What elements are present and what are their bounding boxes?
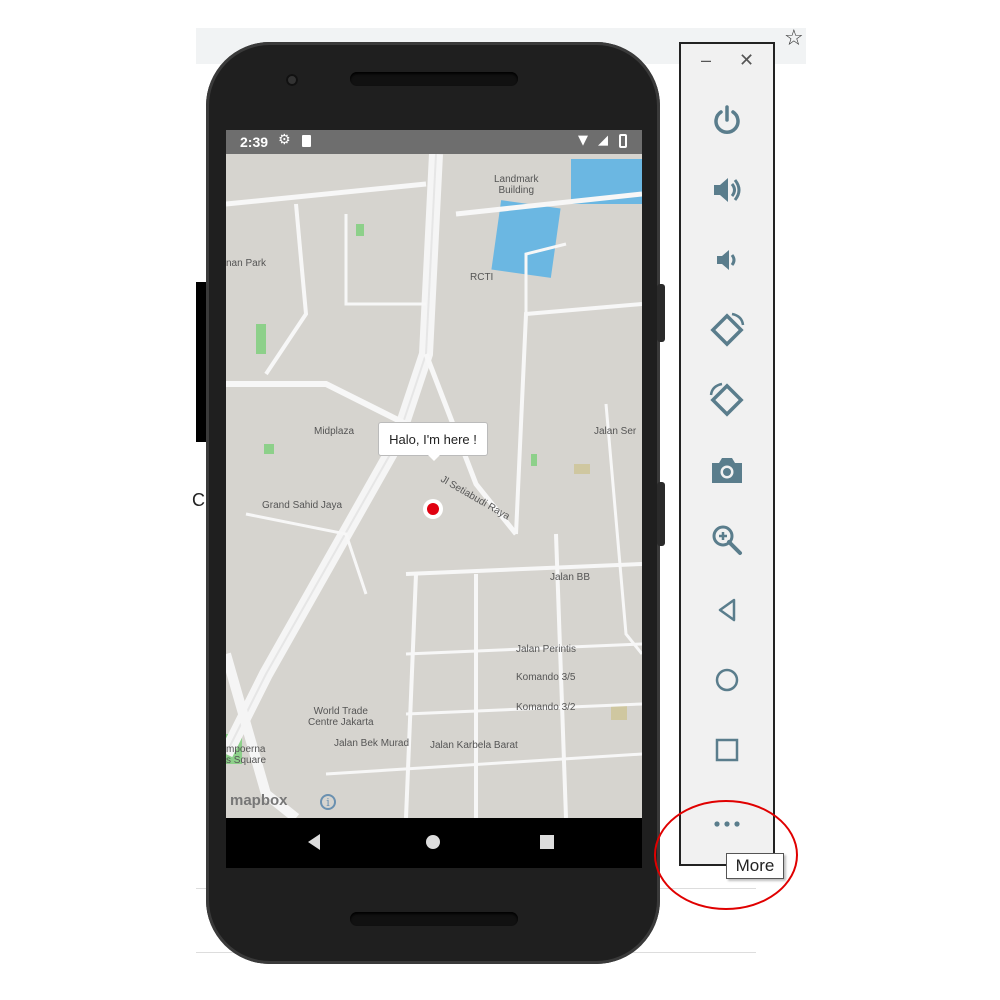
front-camera xyxy=(286,74,298,86)
status-time: 2:39 xyxy=(240,134,269,150)
map-label: Komando 3/5 xyxy=(516,672,576,683)
road xyxy=(404,573,418,818)
android-nav-bar xyxy=(226,818,642,868)
home-button[interactable] xyxy=(699,652,755,708)
road xyxy=(514,302,642,535)
bottom-speaker xyxy=(350,912,518,926)
volume-up-icon xyxy=(714,178,741,202)
camera-icon xyxy=(712,458,742,483)
back-button[interactable] xyxy=(699,582,755,638)
rotate-left-icon xyxy=(710,312,745,347)
power-icon xyxy=(714,105,740,134)
rotate-right-icon xyxy=(709,382,744,417)
map-label: Jalan Perintis xyxy=(516,644,577,655)
rotate-right-button[interactable] xyxy=(699,372,755,428)
map-label: Landmark Building xyxy=(494,174,539,196)
nav-home-icon[interactable] xyxy=(426,835,440,849)
map-label: Jalan BB xyxy=(550,572,591,583)
sd-card-icon xyxy=(302,135,311,147)
map-label: Jalan Bek Murad xyxy=(334,738,410,749)
minimize-button[interactable]: – xyxy=(701,50,711,71)
signal-icon: ◢ xyxy=(598,133,608,148)
map-label: World Trade Centre Jakarta xyxy=(308,706,374,728)
overview-icon xyxy=(715,738,739,762)
highlight-circle xyxy=(654,800,798,910)
volume-down-button[interactable] xyxy=(699,232,755,288)
park-area xyxy=(574,464,590,474)
map-label: mpoerna s Square xyxy=(226,744,267,766)
power-side-button[interactable] xyxy=(657,284,665,342)
volume-side-button[interactable] xyxy=(657,482,665,546)
park-area xyxy=(264,444,274,454)
map-label: nan Park xyxy=(226,258,267,269)
nav-recents-icon[interactable] xyxy=(540,835,554,849)
map-label: Jalan Ser xyxy=(594,426,637,437)
road xyxy=(405,562,642,576)
road xyxy=(226,181,427,207)
road xyxy=(264,203,309,376)
volume-down-icon xyxy=(717,250,736,270)
road xyxy=(604,403,642,655)
home-icon xyxy=(715,668,739,692)
screenshot-button[interactable] xyxy=(699,442,755,498)
settings-status-icon: ⚙ xyxy=(278,132,291,148)
park-area xyxy=(256,324,266,354)
location-popup[interactable]: Halo, I'm here ! xyxy=(378,422,488,456)
phone-screen: 2:39 ⚙ ▼ ◢ Landmark Building RCTI Midpla… xyxy=(226,130,642,868)
map-view[interactable]: Landmark Building RCTI Midplaza Jalan Se… xyxy=(226,154,642,818)
battery-icon xyxy=(619,134,627,148)
overview-button[interactable] xyxy=(699,722,755,778)
wifi-icon: ▼ xyxy=(578,133,588,148)
status-bar: 2:39 ⚙ ▼ ◢ xyxy=(226,130,642,154)
map-label: Midplaza xyxy=(314,426,355,437)
popup-pointer xyxy=(426,453,442,461)
map-label: Komando 3/2 xyxy=(516,702,576,713)
back-icon xyxy=(718,598,736,622)
top-speaker xyxy=(350,72,518,86)
park-area xyxy=(531,454,537,466)
nav-back-icon[interactable] xyxy=(308,834,320,850)
map-label: RCTI xyxy=(470,272,494,283)
rotate-left-button[interactable] xyxy=(699,302,755,358)
mapbox-logo: mapbox xyxy=(230,792,288,809)
zoom-icon xyxy=(712,525,742,555)
info-icon[interactable]: i xyxy=(320,794,336,810)
map-roads xyxy=(226,154,642,818)
close-button[interactable]: ✕ xyxy=(739,50,754,71)
power-button[interactable] xyxy=(699,92,755,148)
map-label: Grand Sahid Jaya xyxy=(262,500,343,511)
location-marker-dot xyxy=(427,503,439,515)
park-area xyxy=(356,224,364,236)
zoom-button[interactable] xyxy=(699,512,755,568)
road xyxy=(325,752,642,776)
volume-up-button[interactable] xyxy=(699,162,755,218)
background-text: C xyxy=(192,490,205,510)
road xyxy=(226,381,408,427)
emulator-toolbar: – ✕ xyxy=(679,42,775,866)
bookmark-star-icon[interactable]: ☆ xyxy=(784,26,804,51)
map-label: Jalan Karbela Barat xyxy=(430,740,518,751)
